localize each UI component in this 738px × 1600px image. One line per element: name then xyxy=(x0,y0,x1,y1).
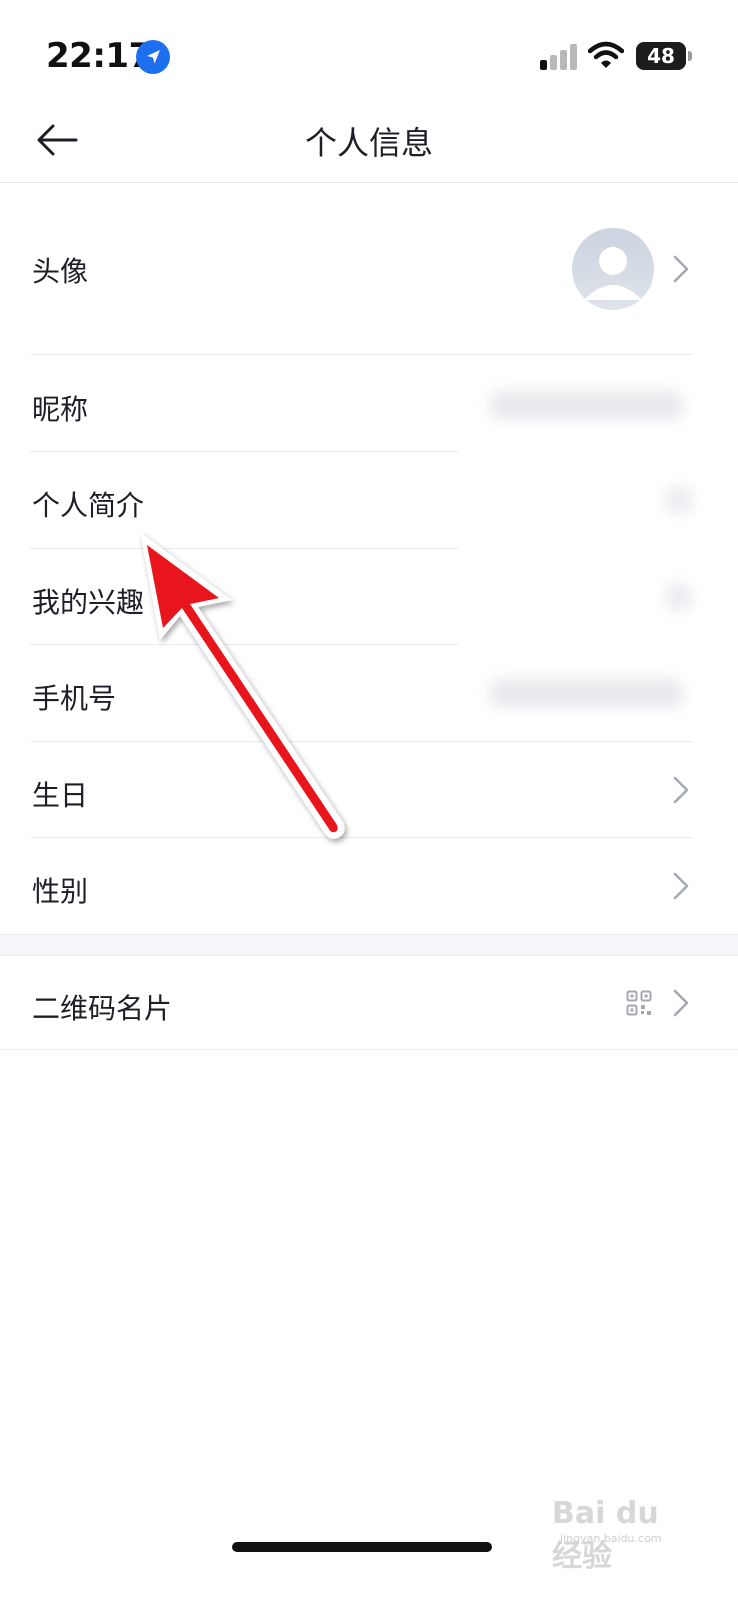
blurred-interests-value xyxy=(664,582,694,612)
row-label-bio: 个人简介 xyxy=(32,489,145,522)
location-arrow-icon xyxy=(136,40,170,74)
battery-icon: 48 xyxy=(636,42,686,70)
baidu-jingyan-watermark: Bai du 经验 jingyan.baidu.com xyxy=(552,1486,692,1574)
row-bio[interactable]: 个人简介 xyxy=(0,452,738,548)
row-birthday[interactable]: 生日 xyxy=(0,742,738,838)
row-label-birthday: 生日 xyxy=(32,779,89,812)
row-interests[interactable]: 我的兴趣 xyxy=(0,549,738,645)
home-indicator[interactable] xyxy=(232,1542,492,1552)
blurred-bio-value xyxy=(664,485,694,515)
row-gender[interactable]: 性别 xyxy=(0,838,738,934)
cellular-signal-icon xyxy=(540,44,577,70)
chevron-right-icon xyxy=(673,989,689,1017)
battery-level: 48 xyxy=(647,44,675,68)
status-bar: 22:17 48 xyxy=(0,0,738,110)
section-separator xyxy=(0,934,738,956)
wifi-icon xyxy=(588,41,624,68)
nav-bar: 个人信息 xyxy=(0,100,738,183)
blurred-phone-value xyxy=(488,678,684,708)
qr-code-icon xyxy=(626,990,652,1016)
battery-tip xyxy=(688,51,692,61)
blurred-nickname-value xyxy=(488,390,684,420)
row-label-gender: 性别 xyxy=(32,875,89,908)
chevron-right-icon xyxy=(673,776,689,804)
row-label-interests: 我的兴趣 xyxy=(32,586,145,619)
watermark-url: jingyan.baidu.com xyxy=(560,1532,662,1545)
row-label-avatar: 头像 xyxy=(32,255,89,288)
divider xyxy=(30,354,692,355)
page-title: 个人信息 xyxy=(304,124,433,162)
avatar[interactable] xyxy=(572,228,654,310)
chevron-right-icon xyxy=(673,872,689,900)
chevron-right-icon xyxy=(673,255,689,283)
row-label-phone: 手机号 xyxy=(32,682,117,715)
row-label-nickname: 昵称 xyxy=(32,393,89,426)
row-label-qr-card: 二维码名片 xyxy=(32,992,173,1025)
